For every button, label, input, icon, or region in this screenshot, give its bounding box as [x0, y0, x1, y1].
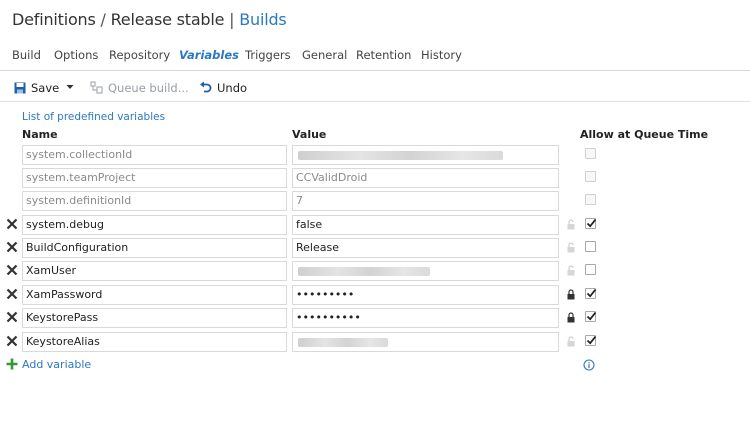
- variable-row: XamUser: [0, 261, 750, 282]
- delete-variable-icon[interactable]: [6, 241, 18, 253]
- tab-options[interactable]: Options: [54, 48, 98, 62]
- allow-queue-checkbox: [585, 148, 596, 159]
- variable-row: system.definitionId 7: [0, 191, 750, 212]
- save-label: Save: [31, 81, 60, 95]
- variable-name-field: system.teamProject: [22, 168, 287, 188]
- variable-value-field[interactable]: false: [292, 215, 559, 235]
- variable-value-field[interactable]: ••••••••••: [292, 308, 559, 328]
- lock-icon[interactable]: [567, 289, 575, 300]
- breadcrumb-separator: |: [229, 10, 235, 29]
- variable-name-field[interactable]: KeystorePass: [22, 308, 287, 328]
- info-icon[interactable]: [583, 359, 595, 371]
- queue-build-icon: [90, 81, 103, 94]
- checkmark-icon: [586, 218, 597, 228]
- undo-icon: [200, 81, 212, 93]
- queue-build-button[interactable]: Queue build...: [90, 81, 189, 95]
- delete-variable-icon[interactable]: [6, 264, 18, 276]
- column-header-allow-at-queue-time: Allow at Queue Time: [580, 128, 709, 141]
- unlock-icon[interactable]: [567, 219, 575, 230]
- variable-row: system.debug false: [0, 215, 750, 236]
- variable-name-field[interactable]: XamUser: [22, 261, 287, 281]
- queue-build-label: Queue build...: [108, 81, 189, 95]
- add-variable-button[interactable]: Add variable: [6, 358, 91, 371]
- variable-value-field: 7: [292, 191, 559, 211]
- unlock-icon[interactable]: [567, 265, 575, 276]
- allow-queue-checkbox[interactable]: [585, 335, 597, 346]
- variable-row: system.collectionId: [0, 145, 750, 166]
- allow-queue-checkbox: [585, 171, 596, 182]
- breadcrumb: Definitions / Release stable | Builds: [12, 10, 287, 29]
- variable-row: system.teamProject CCValidDroid: [0, 168, 750, 189]
- allow-queue-checkbox[interactable]: [585, 264, 596, 275]
- tab-repository[interactable]: Repository: [109, 48, 170, 62]
- predefined-variables-link[interactable]: List of predefined variables: [22, 111, 165, 123]
- allow-queue-checkbox[interactable]: [585, 288, 597, 299]
- delete-variable-icon[interactable]: [6, 218, 18, 230]
- tab-general[interactable]: General: [302, 48, 347, 62]
- tab-triggers[interactable]: Triggers: [245, 48, 291, 62]
- allow-queue-checkbox[interactable]: [585, 311, 597, 322]
- variable-name-field[interactable]: BuildConfiguration: [22, 238, 287, 258]
- variable-value-field[interactable]: Release: [292, 238, 559, 258]
- breadcrumb-definitions[interactable]: Definitions: [12, 10, 96, 29]
- variable-name-field[interactable]: XamPassword: [22, 285, 287, 305]
- allow-queue-checkbox[interactable]: [585, 218, 597, 229]
- tab-history[interactable]: History: [421, 48, 462, 62]
- column-header-value: Value: [292, 128, 327, 141]
- definition-tabs: Build Options Repository Variables Trigg…: [0, 46, 750, 71]
- variable-name-field[interactable]: KeystoreAlias: [22, 332, 287, 352]
- breadcrumb-definition-name: Release stable: [110, 10, 225, 29]
- delete-variable-icon[interactable]: [6, 335, 18, 347]
- undo-button[interactable]: Undo: [199, 81, 247, 95]
- variable-row: XamPassword •••••••••: [0, 285, 750, 306]
- column-header-name: Name: [22, 128, 58, 141]
- delete-variable-icon[interactable]: [6, 288, 18, 300]
- checkmark-icon: [586, 335, 597, 345]
- tab-variables[interactable]: Variables: [179, 48, 239, 62]
- lock-icon[interactable]: [567, 312, 575, 323]
- variable-value-field[interactable]: [292, 261, 559, 281]
- plus-icon: [6, 358, 18, 370]
- undo-label: Undo: [217, 81, 248, 95]
- save-icon: [14, 82, 26, 94]
- delete-variable-icon[interactable]: [6, 311, 18, 323]
- tab-build[interactable]: Build: [12, 48, 41, 62]
- variable-value-field[interactable]: •••••••••: [292, 285, 559, 305]
- variable-value-field: CCValidDroid: [292, 168, 559, 188]
- allow-queue-checkbox[interactable]: [585, 241, 596, 252]
- allow-queue-checkbox: [585, 194, 596, 205]
- redacted-value: [298, 151, 503, 160]
- tab-retention[interactable]: Retention: [356, 48, 411, 62]
- variable-name-field: system.collectionId: [22, 145, 287, 165]
- variable-row: KeystorePass ••••••••••: [0, 308, 750, 329]
- add-variable-label: Add variable: [22, 358, 92, 371]
- breadcrumb-separator: /: [100, 10, 106, 29]
- unlock-icon[interactable]: [567, 336, 575, 347]
- checkmark-icon: [586, 311, 597, 321]
- checkmark-icon: [586, 288, 597, 298]
- breadcrumb-builds-link[interactable]: Builds: [239, 10, 287, 29]
- variable-value-field[interactable]: [292, 332, 559, 352]
- redacted-value: [298, 267, 430, 276]
- unlock-icon[interactable]: [567, 242, 575, 253]
- variable-row: KeystoreAlias: [0, 332, 750, 353]
- redacted-value: [298, 338, 388, 347]
- variable-name-field[interactable]: system.debug: [22, 215, 287, 235]
- chevron-down-icon[interactable]: [66, 83, 74, 91]
- variable-value-field: [292, 145, 559, 165]
- variable-row: BuildConfiguration Release: [0, 238, 750, 259]
- save-button[interactable]: Save: [14, 81, 74, 95]
- variable-name-field: system.definitionId: [22, 191, 287, 211]
- toolbar: Save Queue build... Undo: [0, 77, 750, 102]
